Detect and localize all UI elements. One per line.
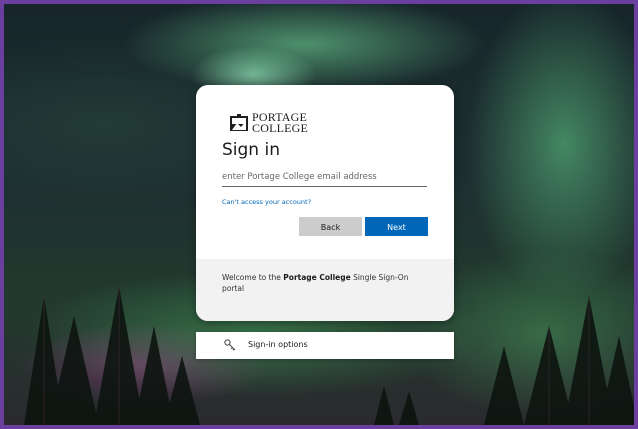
welcome-prefix: Welcome to the [222,273,284,282]
back-button[interactable]: Back [299,217,362,236]
welcome-college-name: Portage College [283,273,351,282]
cant-access-link[interactable]: Can't access your account? [222,198,311,206]
welcome-footer: Welcome to the Portage College Single Si… [196,259,454,321]
signin-options-label: Sign-in options [248,340,308,349]
key-icon [224,339,236,351]
welcome-text: Welcome to the Portage College Single Si… [222,272,422,294]
page-title: Sign in [222,140,280,160]
signin-card: PORTAGE COLLEGE Sign in Can't access you… [196,85,454,321]
college-crest-icon [230,114,248,131]
window-frame: PORTAGE COLLEGE Sign in Can't access you… [0,0,638,429]
logo-line-2: COLLEGE [252,121,309,135]
college-logo: PORTAGE COLLEGE [229,109,308,137]
signin-options-button[interactable]: Sign-in options [196,332,454,359]
next-button[interactable]: Next [365,217,428,236]
email-input[interactable] [222,168,427,187]
